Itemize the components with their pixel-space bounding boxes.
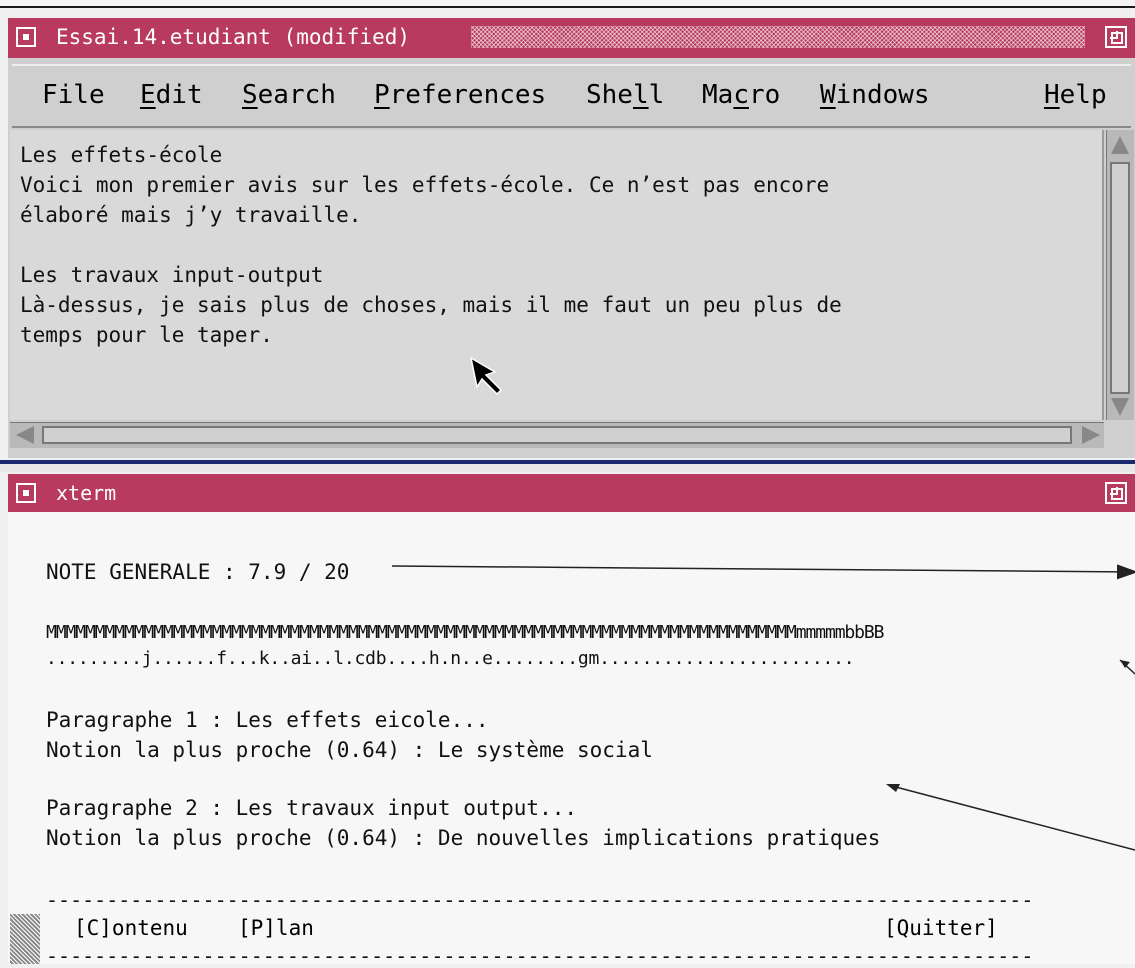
arrow-to-notions [891,785,1135,851]
arrow-head-markers [1120,660,1130,668]
mouse-pointer-icon [469,356,503,396]
annotation-overlay [391,356,1135,851]
arrow-head-notions [886,784,900,792]
arrow-to-grade [391,564,1135,580]
